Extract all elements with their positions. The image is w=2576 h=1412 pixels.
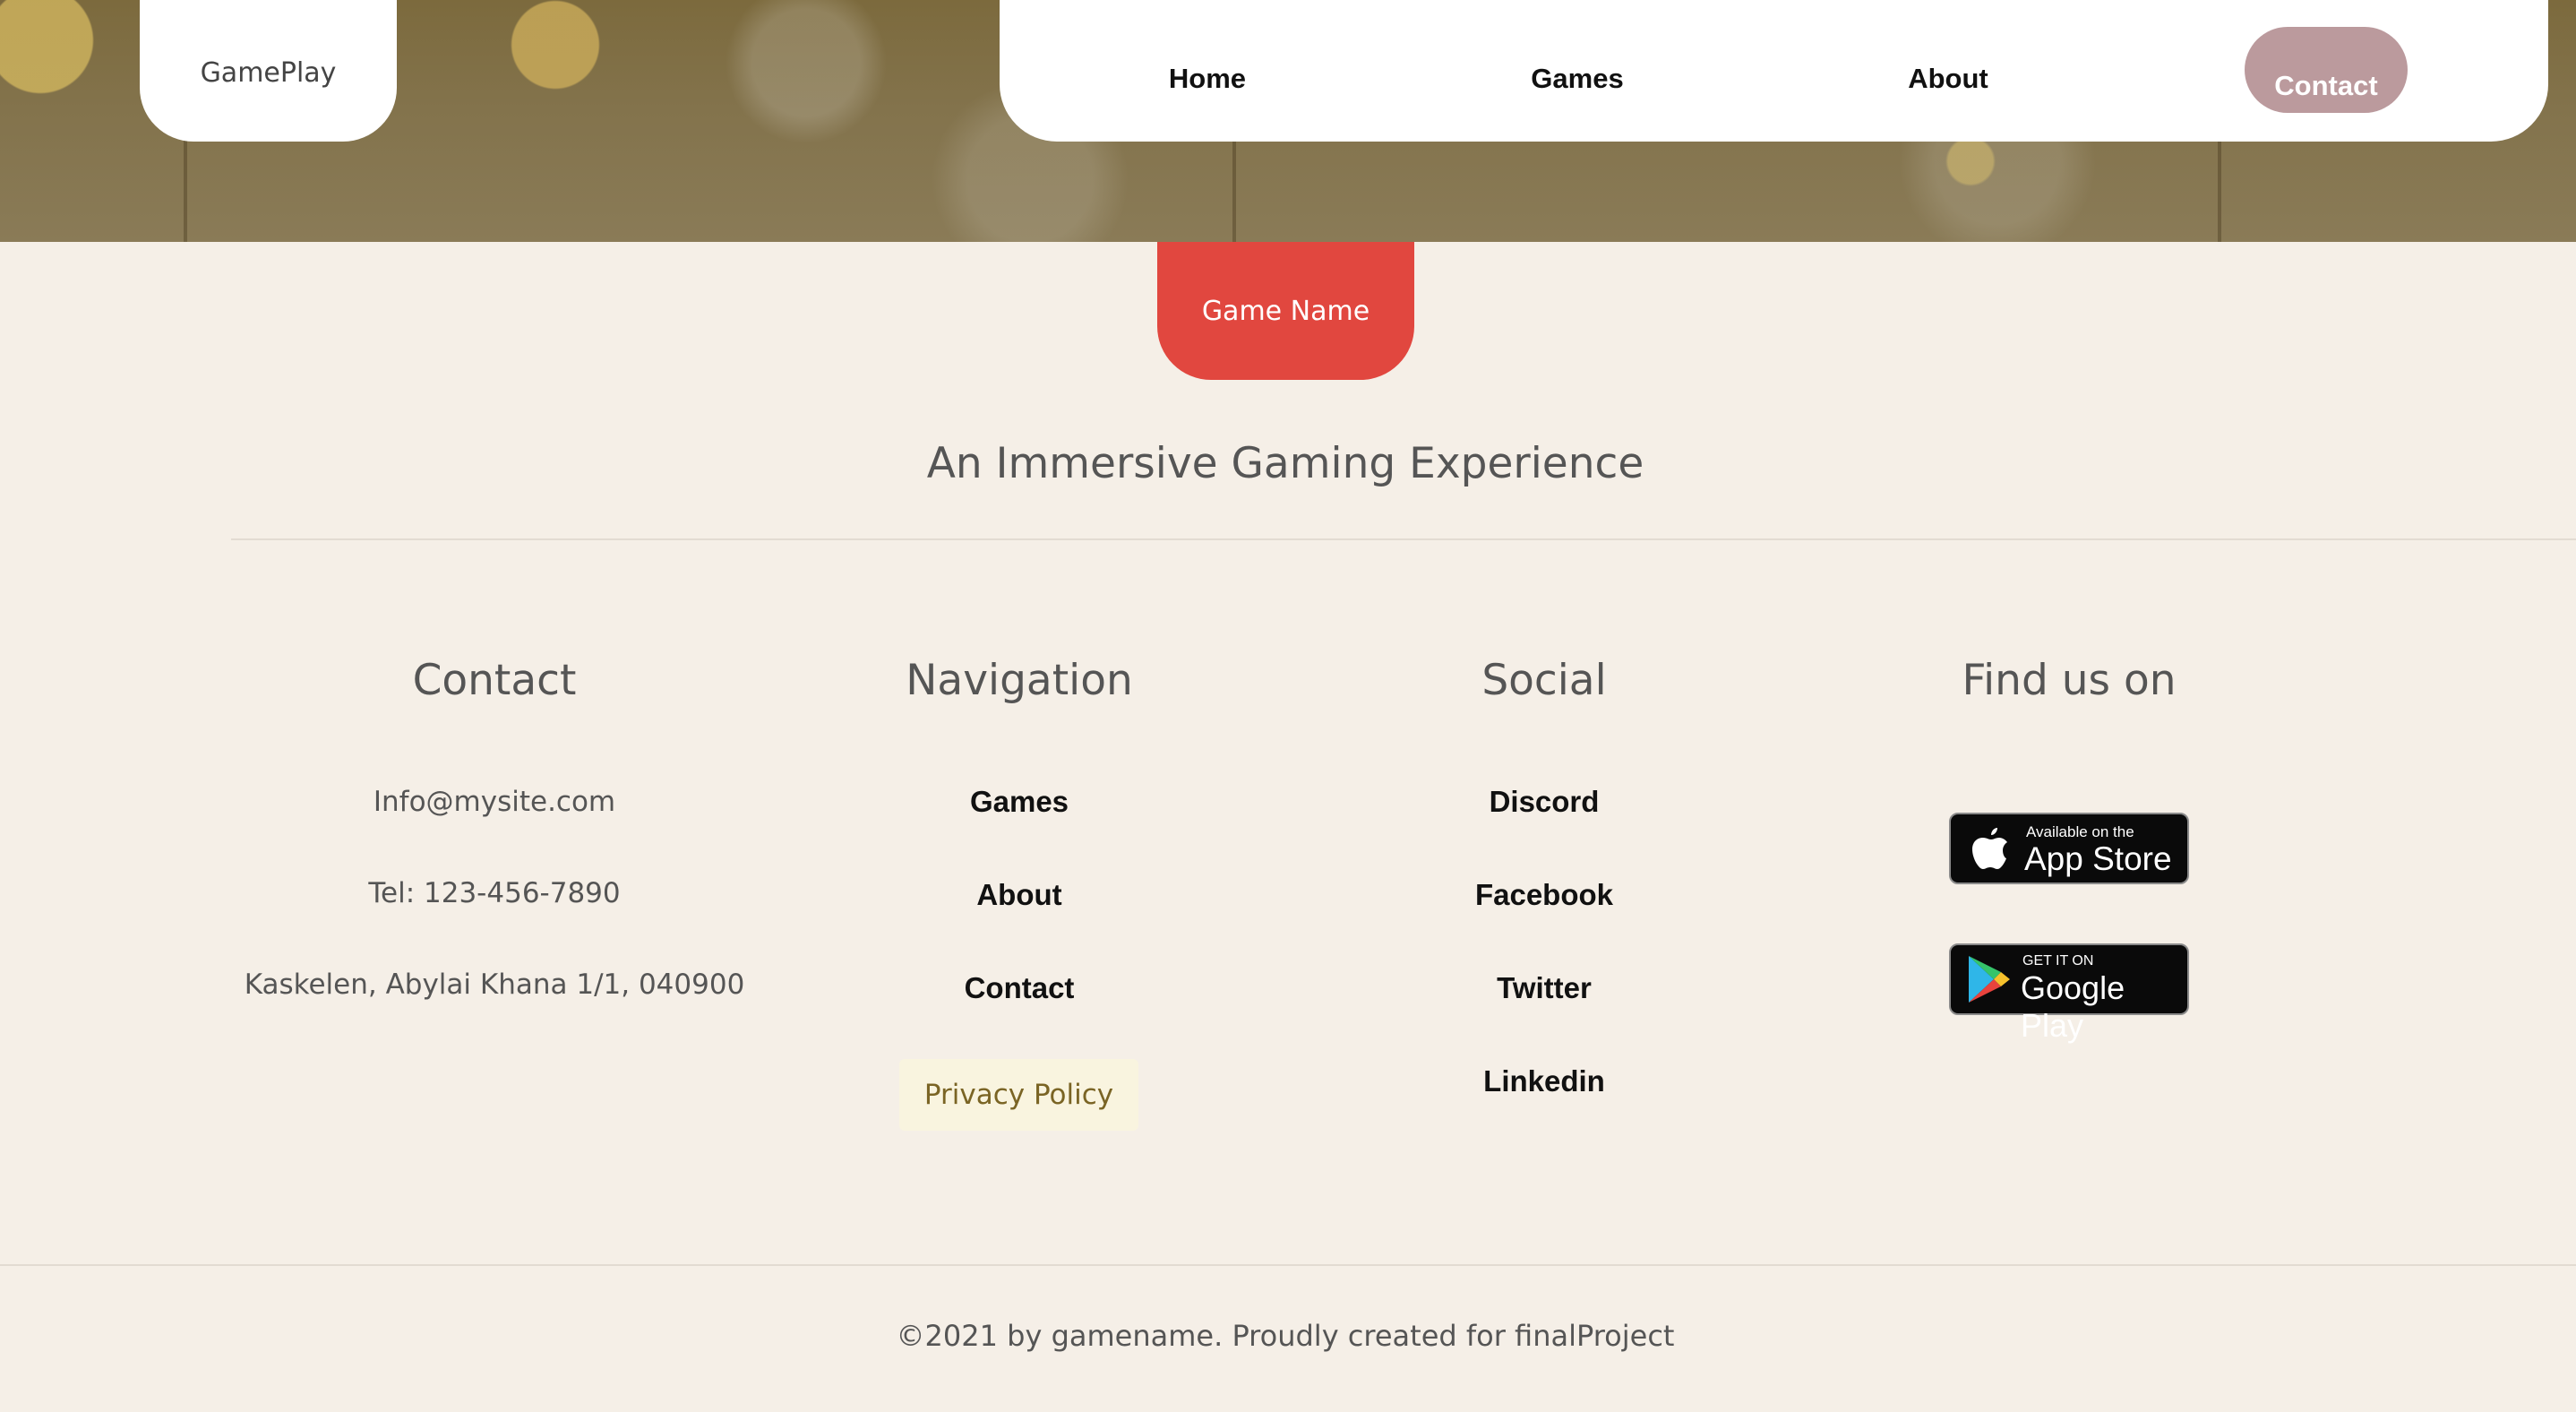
google-play-small-text: GET IT ON bbox=[2022, 953, 2094, 969]
footer-link-games[interactable]: Games bbox=[751, 785, 1288, 819]
nav-about[interactable]: About bbox=[1841, 63, 2056, 95]
tagline: An Immersive Gaming Experience bbox=[926, 439, 1644, 488]
app-store-big-text: App Store bbox=[2024, 840, 2172, 877]
wood-plank-divider bbox=[1232, 134, 1236, 242]
contact-email[interactable]: Info@mysite.com bbox=[226, 786, 763, 818]
contact-phone: Tel: 123-456-7890 bbox=[368, 877, 621, 909]
section-divider bbox=[231, 538, 2576, 540]
navigation-heading: Navigation bbox=[906, 656, 1133, 705]
game-name-label: Game Name bbox=[1201, 295, 1370, 327]
contact-heading: Contact bbox=[412, 656, 577, 705]
find-us-heading: Find us on bbox=[1962, 656, 2177, 705]
social-link-linkedin[interactable]: Linkedin bbox=[1275, 1064, 1813, 1098]
google-play-badge[interactable]: GET IT ON Google Play bbox=[1949, 943, 2189, 1044]
nav-home[interactable]: Home bbox=[1100, 63, 1315, 95]
footer-divider bbox=[0, 1264, 2576, 1266]
footer-link-about[interactable]: About bbox=[751, 878, 1288, 912]
site-logo-text: GamePlay bbox=[200, 56, 337, 89]
google-play-big-text: Google Play bbox=[2021, 969, 2125, 1044]
social-link-twitter[interactable]: Twitter bbox=[1275, 971, 1813, 1005]
social-heading: Social bbox=[1481, 656, 1607, 705]
copyright-text: ©2021 by gamename. Proudly created for f… bbox=[896, 1319, 1675, 1353]
contact-address: Kaskelen, Abylai Khana 1/1, 040900 bbox=[244, 969, 745, 1001]
app-store-badge[interactable]: Available on the App Store bbox=[1949, 813, 2189, 884]
social-link-discord[interactable]: Discord bbox=[1275, 785, 1813, 819]
apple-icon bbox=[1972, 828, 2007, 869]
wood-plank-divider bbox=[184, 134, 187, 242]
footer-link-contact[interactable]: Contact bbox=[751, 971, 1288, 1005]
nav-games[interactable]: Games bbox=[1470, 63, 1685, 95]
nav-contact-button[interactable]: Contact bbox=[2245, 27, 2408, 113]
privacy-policy-button[interactable]: Privacy Policy bbox=[899, 1059, 1138, 1131]
social-link-facebook[interactable]: Facebook bbox=[1275, 878, 1813, 912]
main-navbar: Home Games About Contact bbox=[1000, 0, 2548, 142]
hero-banner: GamePlay Home Games About Contact bbox=[0, 0, 2576, 242]
wood-plank-divider bbox=[2218, 134, 2221, 242]
game-name-tab[interactable]: Game Name bbox=[1157, 242, 1414, 380]
app-store-small-text: Available on the bbox=[2026, 823, 2134, 840]
site-logo[interactable]: GamePlay bbox=[140, 0, 397, 142]
nav-contact-label: Contact bbox=[2274, 70, 2378, 101]
google-play-icon bbox=[1969, 956, 2010, 1003]
